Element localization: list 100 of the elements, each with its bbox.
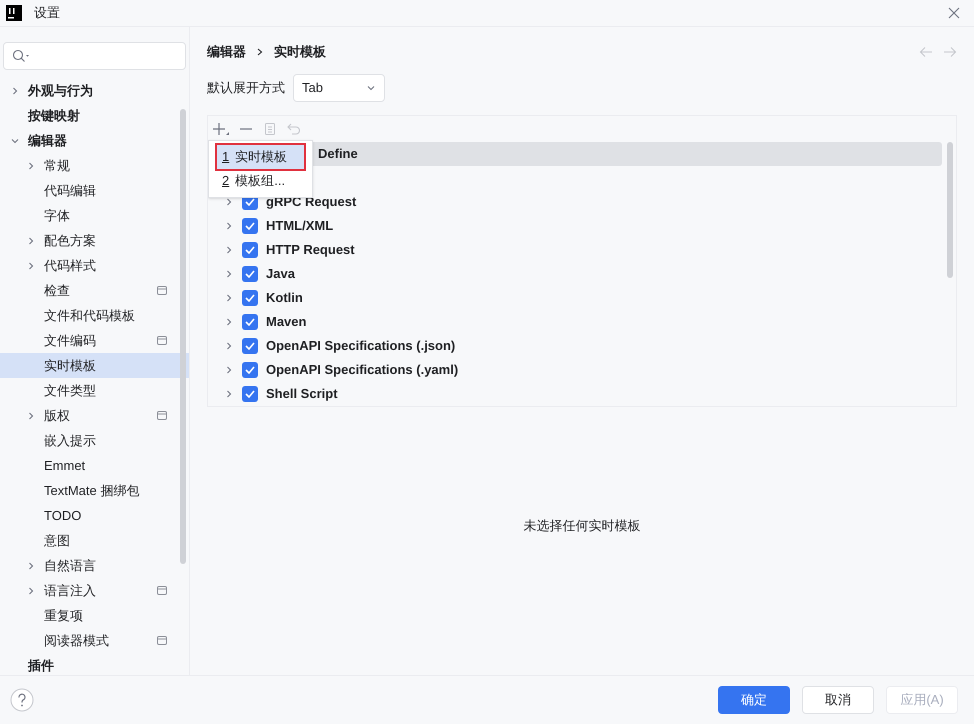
window-title: 设置 [34, 4, 60, 22]
template-group-name: Shell Script [266, 385, 338, 404]
chevron-right-icon[interactable] [224, 317, 234, 327]
sidebar-item[interactable]: Emmet [0, 453, 189, 478]
field-label: 默认展开方式 [207, 79, 285, 98]
vertical-scrollbar[interactable] [947, 142, 953, 278]
chevron-right-icon[interactable] [224, 389, 234, 399]
sidebar-item[interactable]: 实时模板 [0, 353, 189, 378]
checkbox[interactable] [242, 218, 258, 234]
sidebar-item[interactable]: 语言注入 [0, 578, 189, 603]
sidebar-item-label: 按键映射 [28, 106, 80, 125]
template-group-row[interactable]: OpenAPI Specifications (.yaml) [208, 358, 942, 382]
template-group-row[interactable]: Maven [208, 310, 942, 334]
template-group-row[interactable]: HTML/XML [208, 214, 942, 238]
check-icon [245, 342, 255, 350]
sidebar-item-label: 阅读器模式 [44, 632, 109, 650]
search-field[interactable] [3, 42, 186, 70]
empty-message: 未选择任何实时模板 [524, 517, 640, 536]
window-icon [157, 586, 167, 595]
chevron-right-icon[interactable] [26, 260, 36, 270]
sidebar-item-label: 自然语言 [44, 556, 96, 575]
sidebar-item[interactable]: 插件 [0, 653, 189, 678]
chevron-right-icon[interactable] [26, 586, 36, 596]
sidebar-item-label: 编辑器 [28, 132, 67, 150]
chevron-right-icon[interactable] [26, 236, 36, 246]
checkbox[interactable] [242, 386, 258, 402]
sidebar-item[interactable]: 配色方案 [0, 228, 189, 253]
sidebar-item[interactable]: 自然语言 [0, 553, 189, 578]
sidebar-item[interactable]: 嵌入提示 [0, 428, 189, 453]
add-icon[interactable] [212, 121, 230, 137]
template-group-name: HTTP Request [266, 241, 355, 260]
chevron-right-icon[interactable] [26, 560, 36, 570]
sidebar-item-label: 文件和代码模板 [44, 306, 135, 325]
menu-item[interactable]: 1 实时模板 [217, 145, 304, 169]
sidebar-item-label: Emmet [44, 456, 86, 475]
template-group-name: Kotlin [266, 289, 303, 308]
chevron-right-icon[interactable] [26, 160, 36, 170]
sidebar-item[interactable]: TextMate 捆绑包 [0, 478, 189, 503]
template-group-name: OpenAPI Specifications (.yaml) [266, 361, 458, 380]
sidebar-item[interactable]: 版权 [0, 403, 189, 428]
checkbox[interactable] [242, 338, 258, 354]
scrollbar[interactable] [180, 109, 186, 564]
checkbox[interactable] [242, 362, 258, 378]
check-icon [245, 294, 255, 302]
window-icon [157, 336, 167, 345]
check-icon [245, 270, 255, 278]
sidebar-item-label: TODO [44, 506, 82, 525]
sidebar-item[interactable]: 代码样式 [0, 253, 189, 278]
chevron-right-icon[interactable] [10, 86, 20, 96]
sidebar-item[interactable]: 意图 [0, 528, 189, 553]
breadcrumb-item[interactable]: 编辑器 [207, 42, 246, 62]
ok-button[interactable]: 确定 [718, 686, 790, 714]
sidebar-item-label: 文件编码 [44, 332, 96, 350]
sidebar-item[interactable]: 文件类型 [0, 378, 189, 403]
dialog-button[interactable]: 取消 [802, 686, 874, 714]
sidebar-item-label: 代码编辑 [44, 182, 96, 200]
template-group-name: Java [266, 265, 295, 284]
menu-item[interactable]: 2 模板组... [217, 169, 304, 193]
sidebar-item-label: 版权 [44, 406, 70, 425]
sidebar-item[interactable]: 代码编辑 [0, 178, 189, 203]
expand-dropdown[interactable]: Tab [293, 74, 385, 102]
sidebar-item-label: 文件类型 [44, 382, 96, 400]
sidebar-item[interactable]: 编辑器 [0, 128, 189, 153]
chevron-right-icon[interactable] [224, 197, 234, 207]
sidebar-item[interactable]: 字体 [0, 203, 189, 228]
template-group-row[interactable]: OpenAPI Specifications (.json) [208, 334, 942, 358]
checkbox[interactable] [242, 290, 258, 306]
sidebar-item-label: 重复项 [44, 606, 83, 625]
template-group-row[interactable]: Kotlin [208, 286, 942, 310]
chevron-right-icon[interactable] [224, 341, 234, 351]
chevron-right-icon[interactable] [224, 269, 234, 279]
sidebar-item[interactable]: 阅读器模式 [0, 628, 189, 653]
sidebar-item[interactable]: 外观与行为 [0, 78, 189, 103]
template-group-row[interactable]: HTTP Request [208, 238, 942, 262]
chevron-right-icon[interactable] [224, 365, 234, 375]
chevron-right-icon[interactable] [224, 293, 234, 303]
sidebar-item[interactable]: 检查 [0, 278, 189, 303]
sidebar-item[interactable]: 重复项 [0, 603, 189, 628]
template-group-row[interactable]: Java [208, 262, 942, 286]
checkbox[interactable] [242, 266, 258, 282]
template-group-row[interactable]: Shell Script [208, 382, 942, 406]
checkbox[interactable] [242, 242, 258, 258]
sidebar-item-label: 插件 [28, 656, 54, 675]
help-icon[interactable] [10, 688, 34, 712]
template-group-name: OpenAPI Specifications (.json) [266, 337, 456, 356]
check-icon [245, 366, 255, 374]
sidebar-item[interactable]: 按键映射 [0, 103, 189, 128]
sidebar-item[interactable]: TODO [0, 503, 189, 528]
sidebar-item[interactable]: 常规 [0, 153, 189, 178]
chevron-right-icon[interactable] [224, 221, 234, 231]
sidebar-item-label: 代码样式 [44, 256, 96, 275]
checkbox[interactable] [242, 314, 258, 330]
sidebar-item[interactable]: 文件编码 [0, 328, 189, 353]
window-icon [157, 286, 167, 295]
window-icon [157, 636, 167, 645]
sidebar-item[interactable]: 文件和代码模板 [0, 303, 189, 328]
chevron-right-icon[interactable] [26, 410, 36, 420]
chevron-right-icon[interactable] [224, 245, 234, 255]
sidebar-item-label: 实时模板 [44, 356, 96, 375]
close-icon[interactable] [948, 7, 960, 19]
